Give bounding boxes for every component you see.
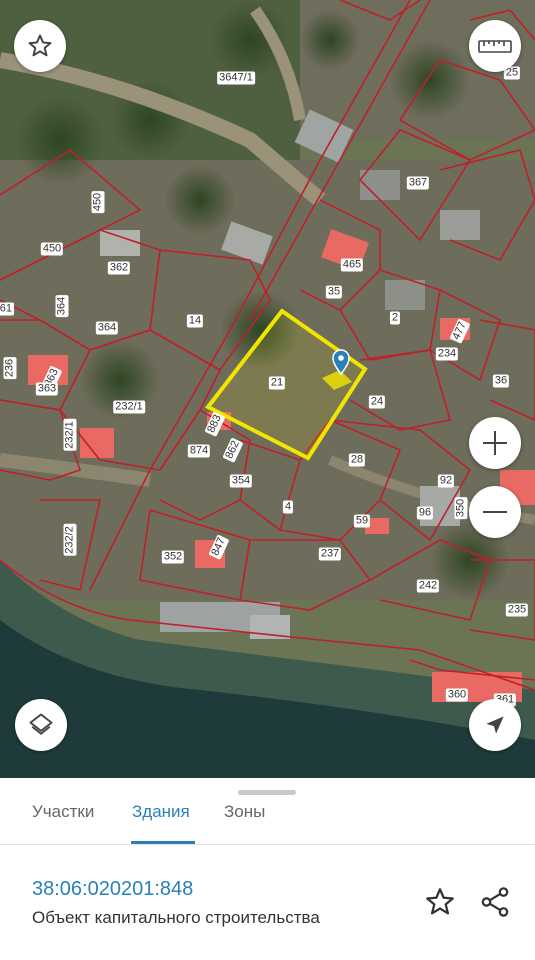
- parcel-label: 36: [492, 374, 510, 388]
- parcel-label: 350: [454, 496, 468, 520]
- cadastral-number[interactable]: 38:06:020201:848: [32, 878, 193, 901]
- parcel-label: 236: [3, 356, 17, 380]
- parcel-label: 232/1: [113, 400, 145, 414]
- parcel-label: 24: [368, 395, 386, 409]
- tab-buildings[interactable]: Здания: [132, 802, 190, 822]
- parcel-label: 362: [107, 261, 131, 275]
- object-type: Объект капитального строительства: [32, 908, 320, 927]
- map-view[interactable]: 3647/1 450 450 362 364 364 14 863 363 232/1 232/1 2…: [0, 0, 535, 778]
- favorite-button[interactable]: [423, 885, 457, 924]
- satellite-imagery: [0, 0, 535, 778]
- parcel-label: 450: [91, 190, 105, 214]
- parcel-label: 21: [268, 376, 286, 390]
- tab-parcels[interactable]: Участки: [32, 802, 94, 822]
- share-icon: [481, 887, 509, 917]
- parcel-label: -61: [0, 302, 14, 316]
- drag-handle[interactable]: [238, 790, 296, 795]
- ruler-button[interactable]: [469, 20, 521, 72]
- parcel-label: 4: [282, 500, 294, 514]
- parcel-label: 465: [340, 258, 364, 272]
- plus-icon: [483, 431, 507, 455]
- zoom-in-button[interactable]: [469, 417, 521, 469]
- layers-icon: [29, 713, 53, 735]
- divider: [0, 844, 535, 845]
- zoom-out-button[interactable]: [469, 486, 521, 538]
- parcel-label: 28: [348, 453, 366, 467]
- parcel-label: 360: [445, 688, 469, 702]
- parcel-label: 96: [416, 506, 434, 520]
- minus-icon: [483, 511, 507, 513]
- ruler-icon: [478, 40, 512, 53]
- parcel-label: 354: [229, 474, 253, 488]
- parcel-label: 364: [95, 321, 119, 335]
- parcel-label: 234: [435, 347, 459, 361]
- parcel-label: 2: [389, 311, 401, 325]
- favorite-map-button[interactable]: [14, 20, 66, 72]
- parcel-label: 35: [325, 285, 343, 299]
- locate-button[interactable]: [469, 699, 521, 751]
- star-icon: [28, 34, 52, 57]
- parcel-label: 450: [40, 242, 64, 256]
- navigation-arrow-icon: [486, 716, 504, 734]
- parcel-label: 352: [161, 550, 185, 564]
- parcel-label: 14: [186, 314, 204, 328]
- parcel-label: 242: [416, 579, 440, 593]
- parcel-label: 235: [505, 603, 529, 617]
- parcel-label: 232/2: [63, 524, 77, 556]
- parcel-label: 363: [35, 382, 59, 396]
- tab-zones[interactable]: Зоны: [224, 802, 265, 822]
- parcel-label: 3647/1: [217, 71, 255, 85]
- parcel-label: 364: [55, 294, 69, 318]
- layers-button[interactable]: [15, 699, 67, 751]
- parcel-label: 232/1: [63, 419, 77, 451]
- parcel-label: 92: [437, 474, 455, 488]
- parcel-label: 59: [353, 514, 371, 528]
- share-button[interactable]: [478, 885, 512, 924]
- parcel-label: 874: [187, 444, 211, 458]
- parcel-label: 237: [318, 547, 342, 561]
- bottom-sheet: Участки Здания Зоны 38:06:020201:848 Объ…: [0, 778, 535, 960]
- parcel-label: 367: [406, 176, 430, 190]
- star-icon: [426, 888, 454, 915]
